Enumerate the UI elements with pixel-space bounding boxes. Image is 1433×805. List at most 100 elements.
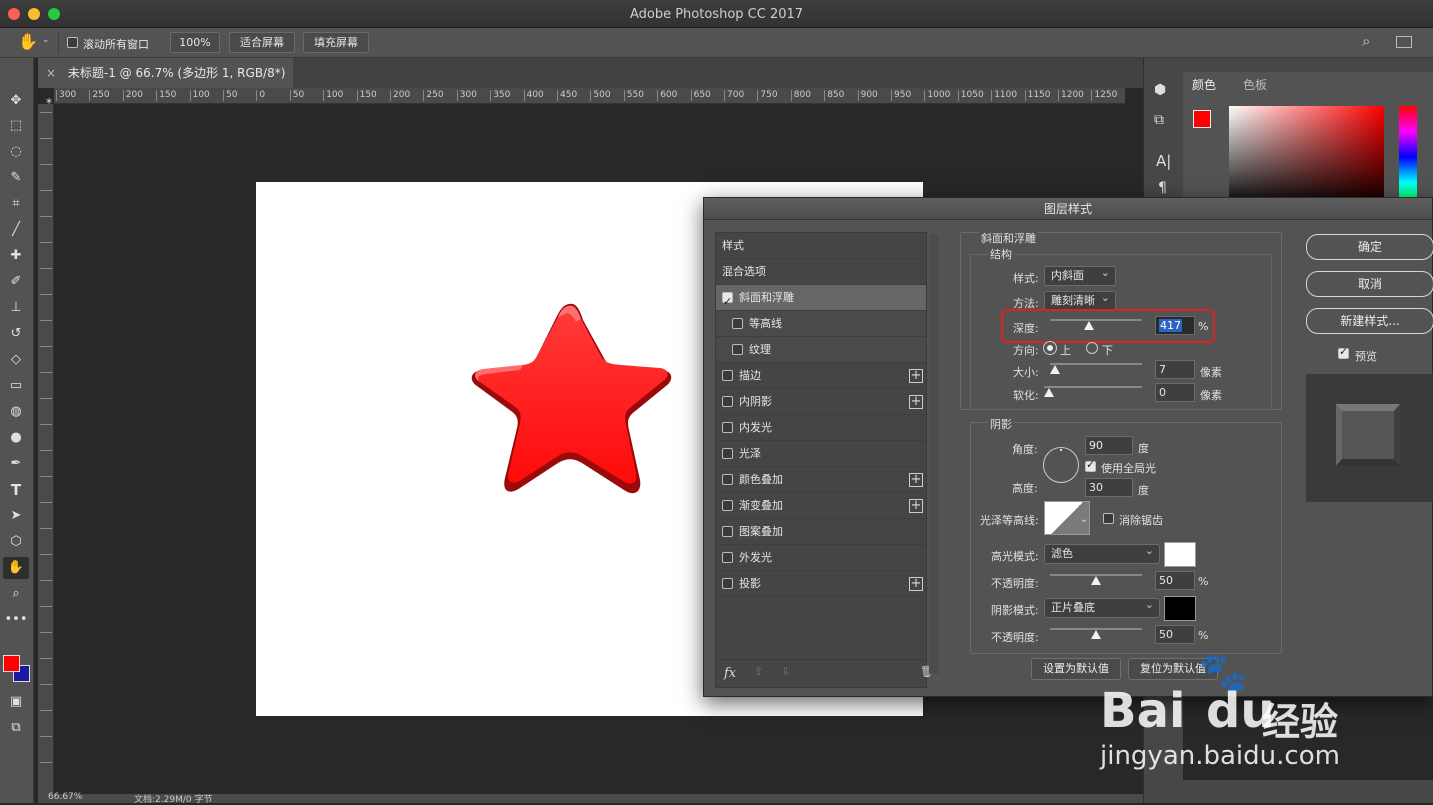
style-item[interactable]: 等高线 (716, 311, 926, 337)
crop-tool-icon[interactable]: ⌗ (3, 193, 29, 215)
style-item[interactable]: 描边 + (716, 363, 926, 389)
highlight-mode-select[interactable]: 滤色 (1044, 542, 1160, 564)
style-item-checkbox[interactable] (722, 422, 733, 433)
technique-select[interactable]: 雕刻清晰 (1044, 289, 1116, 311)
hand-tool-icon[interactable]: ✋ (18, 32, 38, 51)
tab-color[interactable]: 颜色 (1183, 72, 1229, 98)
type-tool-icon[interactable]: T (3, 479, 29, 501)
styles-item[interactable]: 样式 (716, 233, 926, 259)
style-item[interactable]: 投影 + (716, 571, 926, 597)
color-picker-field[interactable] (1229, 106, 1384, 208)
style-item[interactable]: 图案叠加 (716, 519, 926, 545)
eyedropper-tool-icon[interactable]: ╱ (3, 219, 29, 241)
paragraph-panel-icon[interactable]: ¶ (1158, 180, 1167, 196)
style-item-checkbox[interactable] (722, 526, 733, 537)
hue-slider[interactable] (1399, 106, 1417, 208)
altitude-input[interactable]: 30 (1085, 478, 1133, 497)
screen-mode-icon[interactable]: ⧉ (3, 717, 29, 739)
contour-dropdown-icon[interactable]: ⌄ (1080, 514, 1088, 525)
properties-panel-icon[interactable]: ⧉ (1154, 112, 1164, 128)
style-item-checkbox[interactable] (732, 318, 743, 329)
angle-input[interactable]: 90 (1085, 436, 1133, 455)
pen-tool-icon[interactable]: ✒ (3, 453, 29, 475)
style-item[interactable]: 纹理 (716, 337, 926, 363)
style-item[interactable]: 内发光 (716, 415, 926, 441)
fill-screen-button[interactable]: 填充屏幕 (303, 32, 369, 53)
add-effect-icon[interactable]: + (909, 395, 923, 409)
highlight-opacity-thumb[interactable] (1091, 576, 1101, 585)
quick-mask-icon[interactable]: ▣ (3, 691, 29, 713)
style-item-checkbox[interactable] (722, 448, 733, 459)
soften-input[interactable]: 0 (1155, 383, 1195, 402)
preview-checkbox[interactable] (1338, 345, 1349, 359)
workspace-icon[interactable] (1396, 36, 1412, 48)
brush-tool-icon[interactable]: ✐ (3, 271, 29, 293)
marquee-tool-icon[interactable]: ⬚ (3, 115, 29, 137)
list-scrollbar[interactable] (929, 234, 939, 674)
depth-input[interactable]: 417 (1155, 316, 1195, 335)
style-item[interactable]: 内阴影 + (716, 389, 926, 415)
size-slider-track[interactable] (1050, 363, 1142, 365)
size-input[interactable]: 7 (1155, 360, 1195, 379)
close-tab-icon[interactable]: × (46, 66, 56, 80)
add-effect-icon[interactable]: + (909, 577, 923, 591)
scroll-all-checkbox[interactable] (67, 37, 78, 48)
tab-swatches[interactable]: 色板 (1233, 72, 1277, 98)
add-effect-icon[interactable]: + (909, 369, 923, 383)
foreground-color-swatch[interactable] (1193, 110, 1211, 128)
highlight-opacity-input[interactable]: 50 (1155, 571, 1195, 590)
style-item-checkbox[interactable] (722, 289, 733, 315)
size-slider-thumb[interactable] (1050, 365, 1060, 374)
global-light-checkbox[interactable] (1085, 458, 1096, 472)
shadow-mode-select[interactable]: 正片叠底 (1044, 596, 1160, 618)
angle-dial[interactable] (1043, 447, 1079, 483)
shape-tool-icon[interactable]: ⬡ (3, 531, 29, 553)
history-brush-icon[interactable]: ↺ (3, 323, 29, 345)
blending-options-item[interactable]: 混合选项 (716, 259, 926, 285)
style-item-checkbox[interactable] (722, 396, 733, 407)
cancel-button[interactable]: 取消 (1306, 271, 1433, 297)
tool-preset-chevron-icon[interactable]: ⌄ (42, 35, 50, 45)
dodge-tool-icon[interactable]: ● (3, 427, 29, 449)
hand-tool-icon[interactable]: ✋ (3, 557, 29, 579)
star-shape[interactable] (468, 300, 674, 498)
style-item-checkbox[interactable] (722, 552, 733, 563)
shadow-opacity-input[interactable]: 50 (1155, 625, 1195, 644)
ok-button[interactable]: 确定 (1306, 234, 1433, 260)
style-item-checkbox[interactable] (732, 344, 743, 355)
style-item-checkbox[interactable] (722, 370, 733, 381)
fit-screen-button[interactable]: 适合屏幕 (229, 32, 295, 53)
direction-down-radio[interactable] (1086, 342, 1098, 354)
antialias-checkbox[interactable] (1103, 513, 1114, 524)
document-tab[interactable]: × 未标题-1 @ 66.7% (多边形 1, RGB/8*) * (38, 58, 293, 110)
shadow-opacity-thumb[interactable] (1091, 630, 1101, 639)
soften-slider-track[interactable] (1044, 386, 1142, 388)
highlight-color-swatch[interactable] (1164, 542, 1196, 567)
style-item[interactable]: 颜色叠加 + (716, 467, 926, 493)
more-tools-icon[interactable]: ••• (3, 609, 29, 631)
add-effect-icon[interactable]: + (909, 499, 923, 513)
direction-up-radio[interactable] (1044, 342, 1056, 354)
bevel-style-select[interactable]: 内斜面 (1044, 264, 1116, 286)
blur-tool-icon[interactable]: ◍ (3, 401, 29, 423)
fx-button[interactable]: fx (724, 666, 736, 681)
healing-brush-icon[interactable]: ✚ (3, 245, 29, 267)
style-item[interactable]: 光泽 (716, 441, 926, 467)
zoom-tool-icon[interactable]: ⌕ (3, 583, 29, 605)
add-effect-icon[interactable]: + (909, 473, 923, 487)
new-style-button[interactable]: 新建样式... (1306, 308, 1433, 334)
move-up-icon[interactable]: ⇧ (754, 665, 763, 678)
move-down-icon[interactable]: ⇩ (781, 665, 790, 678)
soften-slider-thumb[interactable] (1044, 388, 1054, 397)
style-item[interactable]: 外发光 (716, 545, 926, 571)
gradient-tool-icon[interactable]: ▭ (3, 375, 29, 397)
quick-select-tool-icon[interactable]: ✎ (3, 167, 29, 189)
shadow-color-swatch[interactable] (1164, 596, 1196, 621)
foreground-color-swatch-fill[interactable] (3, 655, 20, 672)
clone-stamp-icon[interactable]: ⊥ (3, 297, 29, 319)
style-item-checkbox[interactable] (722, 578, 733, 589)
search-icon[interactable]: ⌕ (1362, 32, 1370, 50)
style-item[interactable]: 渐变叠加 + (716, 493, 926, 519)
3d-panel-icon[interactable]: ⬢ (1154, 82, 1166, 98)
character-panel-icon[interactable]: A| (1156, 152, 1171, 170)
